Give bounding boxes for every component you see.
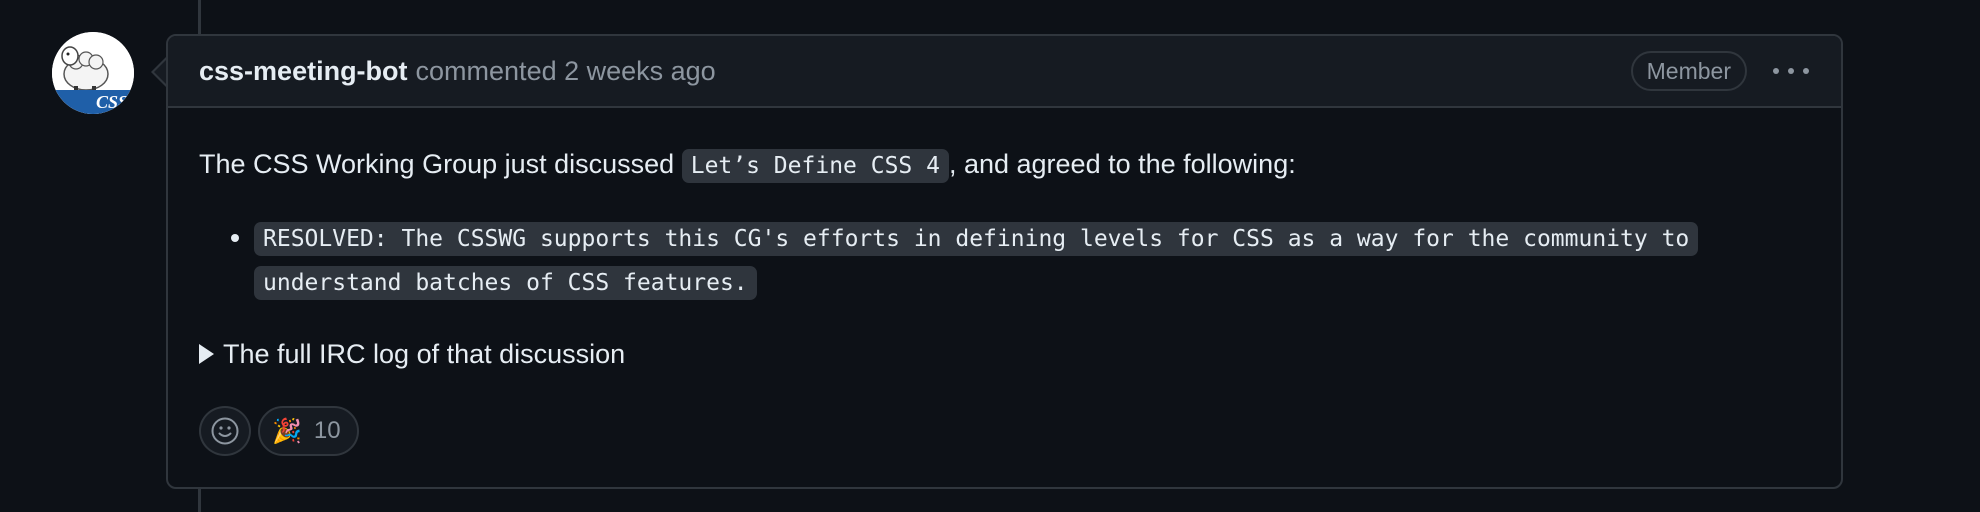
header-actions: Member [1630,51,1809,91]
dot [1803,68,1809,74]
dot [1773,68,1779,74]
add-reaction-button[interactable] [199,406,251,456]
tada-reaction-button[interactable]: 🎉 10 [258,406,359,456]
party-popper-icon: 🎉 [272,417,302,445]
comment-timestamp[interactable]: commented 2 weeks ago [416,56,716,87]
smiley-icon [211,417,239,445]
disclosure-triangle-icon [199,344,214,364]
reactions-bar: 🎉 10 [199,406,359,456]
more-options-icon[interactable] [1773,59,1809,83]
resolutions-list: RESOLVED: The CSSWG supports this CG's e… [199,216,1810,304]
reaction-count: 10 [313,417,341,444]
author-link[interactable]: css-meeting-bot [199,56,408,87]
member-badge: Member [1630,51,1747,91]
avatar[interactable]: CSS [52,32,134,114]
details-summary: The full IRC log of that discussion [223,339,626,369]
dot [1788,68,1794,74]
comment-header: css-meeting-bot commented 2 weeks ago Me… [168,36,1841,108]
intro-text-after: , and agreed to the following: [948,149,1296,179]
intro-text-before: The CSS Working Group just discussed [199,149,682,179]
comment-box: css-meeting-bot commented 2 weeks ago Me… [166,34,1843,489]
sheep-logo-icon: CSS [52,32,134,114]
comment-body: The CSS Working Group just discussed Let… [168,144,1841,374]
topic-code: Let’s Define CSS 4 [681,149,949,183]
irc-log-details[interactable]: The full IRC log of that discussion [199,334,1810,374]
resolution-code: RESOLVED: The CSSWG supports this CG's e… [254,222,1699,300]
svg-text:CSS: CSS [96,92,128,112]
resolution-item: RESOLVED: The CSSWG supports this CG's e… [254,216,1810,304]
intro-paragraph: The CSS Working Group just discussed Let… [199,144,1810,186]
